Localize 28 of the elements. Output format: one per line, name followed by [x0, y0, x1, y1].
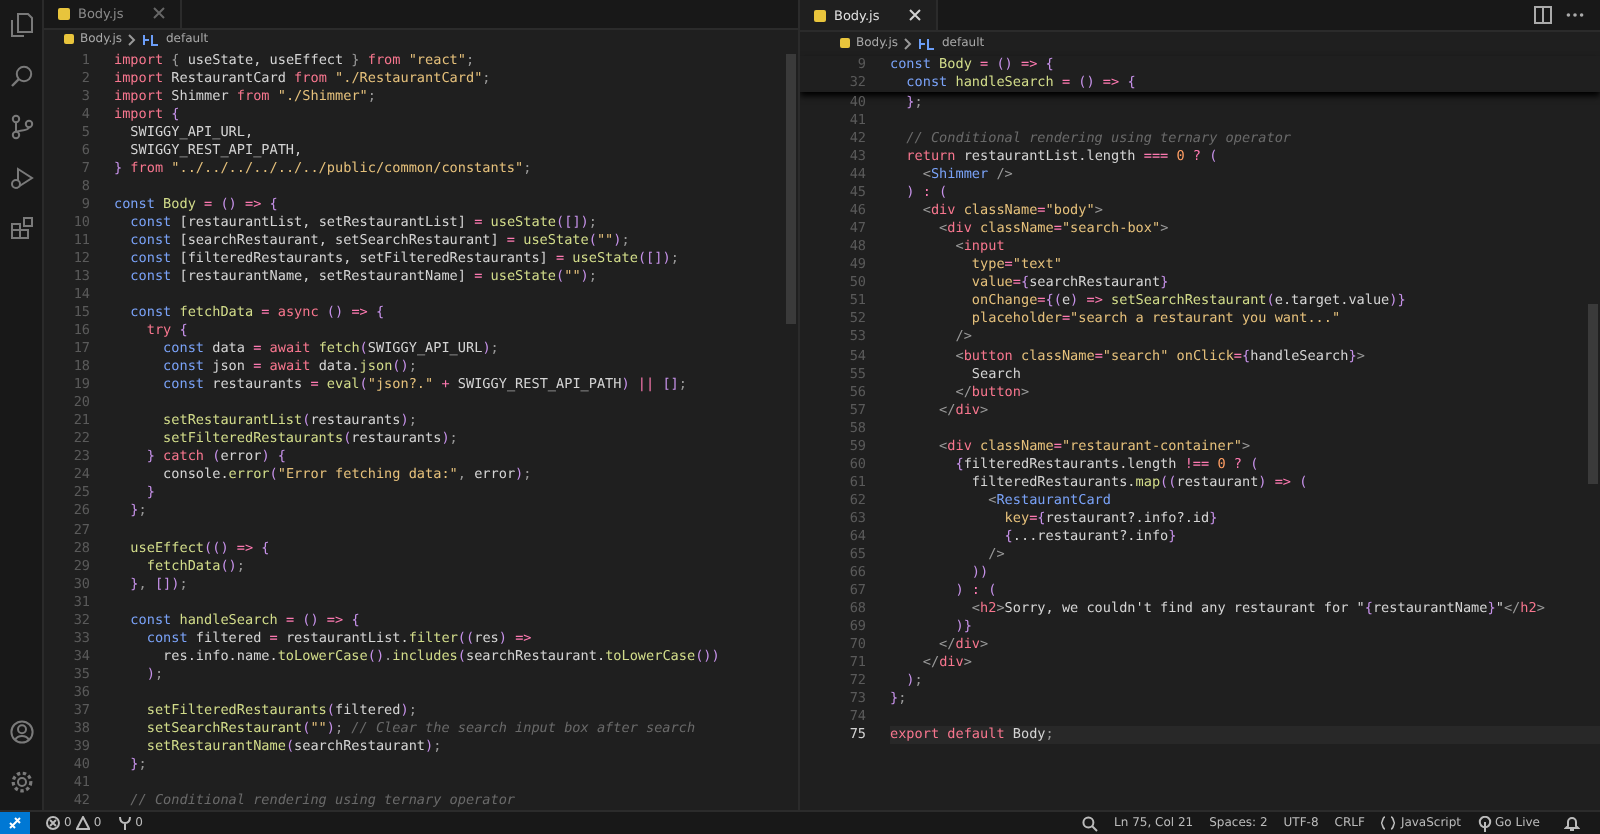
warning-icon — [75, 816, 90, 830]
javascript-file-icon — [64, 34, 74, 45]
javascript-file-icon — [840, 38, 850, 48]
extensions-icon[interactable] — [9, 216, 33, 240]
antenna-icon — [117, 816, 132, 830]
account-icon[interactable] — [9, 720, 33, 744]
scrollbar-thumb[interactable] — [786, 53, 796, 324]
remote-button[interactable] — [0, 812, 30, 834]
javascript-file-icon — [58, 7, 70, 20]
scrollbar-thumb[interactable] — [1588, 304, 1598, 484]
chevron-right-icon — [128, 33, 136, 46]
bell-icon[interactable] — [1564, 815, 1580, 831]
more-actions-icon[interactable] — [1566, 12, 1584, 18]
search-icon[interactable] — [9, 64, 33, 88]
symbol-icon — [142, 33, 160, 46]
source-control-icon[interactable] — [9, 114, 33, 140]
run-debug-icon[interactable] — [9, 166, 33, 190]
split-editor-icon[interactable] — [1534, 6, 1552, 24]
zoom-icon[interactable] — [1082, 815, 1099, 831]
error-icon — [46, 816, 60, 830]
settings-icon[interactable] — [9, 770, 33, 794]
braces-icon — [1380, 816, 1397, 830]
files-icon[interactable] — [9, 12, 33, 38]
remote-icon — [8, 816, 22, 830]
broadcast-icon — [1477, 815, 1492, 831]
javascript-file-icon — [814, 9, 826, 21]
chevron-right-icon — [904, 37, 912, 49]
symbol-icon — [918, 37, 936, 49]
